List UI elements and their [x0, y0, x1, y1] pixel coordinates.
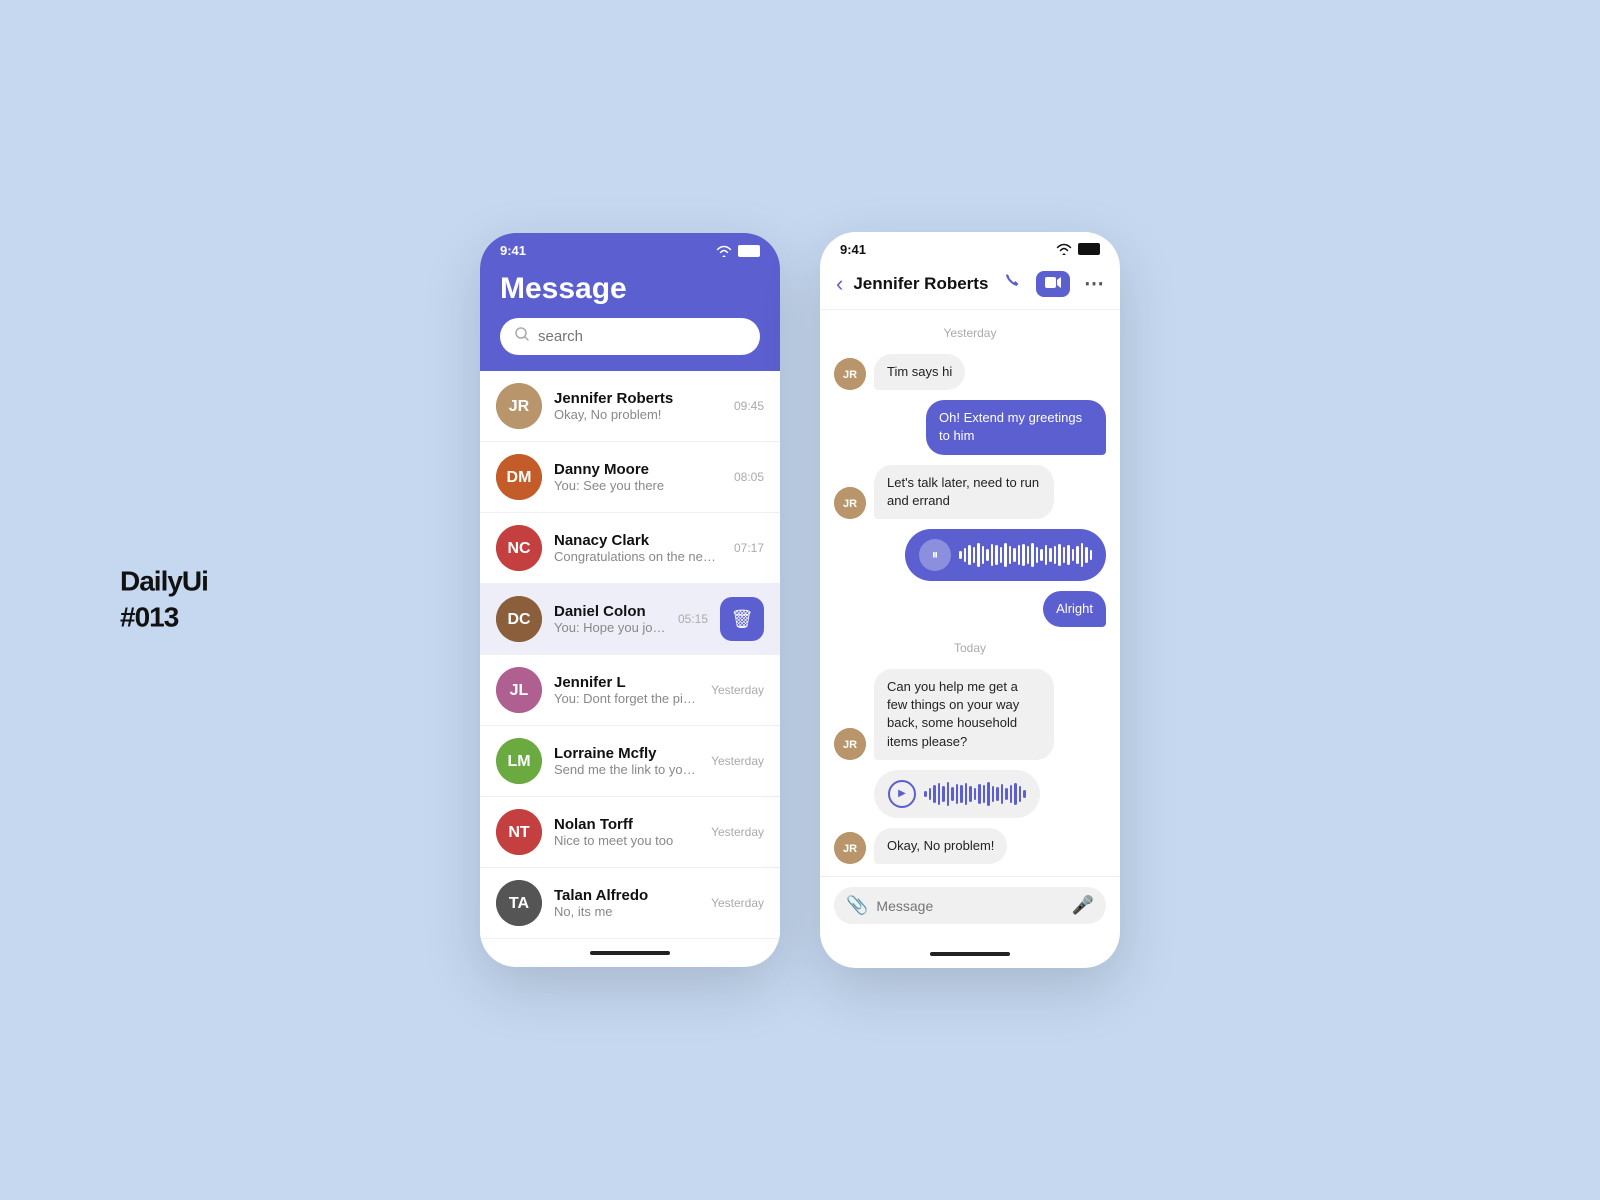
right-battery-icon [1078, 243, 1100, 255]
contact-item[interactable]: LM Lorraine Mcfly Send me the link to yo… [480, 726, 780, 797]
contact-info: Nolan Torff Nice to meet you too [554, 816, 699, 848]
contact-info: Daniel Colon You: Hope you join us [554, 603, 666, 635]
right-status-bar: 9:41 [820, 232, 1120, 263]
waveform [959, 541, 1092, 569]
left-time: 9:41 [500, 243, 526, 258]
chat-messages: Yesterday JR Tim says hi Oh! Extend my g… [820, 310, 1120, 876]
right-time: 9:41 [840, 242, 866, 257]
svg-text:JR: JR [843, 739, 857, 751]
message-row: JR Okay, No problem! [834, 828, 1106, 864]
avatar: JL [496, 667, 542, 713]
chat-actions: ⋯ [1002, 271, 1104, 297]
voice-message-row-received: ▶ [834, 770, 1106, 818]
play-button[interactable]: ▶ [888, 780, 916, 808]
back-button[interactable]: ‹ [836, 271, 843, 297]
contact-item[interactable]: TA Talan Alfredo No, its me Yesterday [480, 868, 780, 939]
left-status-bar: 9:41 [480, 233, 780, 264]
avatar: NT [496, 809, 542, 855]
contact-item[interactable]: NT Nolan Torff Nice to meet you too Yest… [480, 797, 780, 868]
svg-text:JR: JR [509, 398, 530, 415]
svg-text:JL: JL [510, 682, 529, 699]
contact-info: Jennifer Roberts Okay, No problem! [554, 390, 722, 422]
attach-button[interactable]: 📎 [846, 895, 868, 916]
chat-input-row: 📎 🎤 [834, 887, 1106, 924]
svg-text:JR: JR [843, 369, 857, 381]
right-phone: 9:41 ‹ Jennifer Roberts [820, 232, 1120, 968]
avatar: DC [496, 596, 542, 642]
today-divider: Today [834, 641, 1106, 655]
chat-avatar: JR [834, 832, 866, 864]
contact-info: Jennifer L You: Dont forget the pizza [554, 674, 699, 706]
svg-text:JR: JR [843, 498, 857, 510]
message-row: JR Let's talk later, need to run and err… [834, 465, 1106, 519]
search-input[interactable] [538, 328, 746, 345]
svg-text:NC: NC [507, 540, 531, 557]
avatar: JR [496, 383, 542, 429]
mic-button[interactable]: 🎤 [1072, 895, 1094, 916]
alright-bubble: Alright [1043, 591, 1106, 627]
svg-text:JR: JR [843, 843, 857, 855]
left-header: Message [480, 264, 780, 371]
left-status-icons [715, 245, 760, 257]
contact-info: Lorraine Mcfly Send me the link to your … [554, 745, 699, 777]
contact-info: Danny Moore You: See you there [554, 461, 722, 493]
chat-avatar: JR [834, 358, 866, 390]
home-indicator [820, 940, 1120, 968]
chat-header: ‹ Jennifer Roberts ⋯ [820, 263, 1120, 310]
avatar: TA [496, 880, 542, 926]
left-phone: 9:41 Message JR [480, 233, 780, 967]
left-header-title: Message [500, 272, 760, 306]
contact-item[interactable]: NC Nanacy Clark Congratulations on the n… [480, 513, 780, 584]
svg-text:TA: TA [509, 895, 530, 912]
video-call-button[interactable] [1036, 271, 1070, 297]
left-battery-icon [738, 245, 760, 257]
contact-info: Talan Alfredo No, its me [554, 887, 699, 919]
chat-avatar: JR [834, 487, 866, 519]
contact-item[interactable]: JL Jennifer L You: Dont forget the pizza… [480, 655, 780, 726]
pause-button[interactable]: ⏸ [919, 539, 951, 571]
svg-text:NT: NT [508, 824, 530, 841]
avatar: NC [496, 525, 542, 571]
right-status-icons [1055, 243, 1100, 255]
contact-item[interactable]: JR Jennifer Roberts Okay, No problem! 09… [480, 371, 780, 442]
contact-info: Nanacy Clark Congratulations on the new … [554, 532, 722, 564]
more-options-button[interactable]: ⋯ [1084, 271, 1104, 296]
svg-text:DC: DC [507, 611, 531, 628]
avatar: LM [496, 738, 542, 784]
contact-item[interactable]: DM Danny Moore You: See you there 08:05 [480, 442, 780, 513]
message-bubble: Oh! Extend my greetings to him [926, 400, 1106, 454]
brand-label: DailyUi #013 [120, 564, 208, 637]
waveform-received [924, 780, 1026, 808]
message-row: Alright [834, 591, 1106, 627]
voice-message-bubble: ⏸ [905, 529, 1106, 581]
chat-name: Jennifer Roberts [853, 274, 992, 294]
home-indicator [480, 939, 780, 967]
contacts-list: JR Jennifer Roberts Okay, No problem! 09… [480, 371, 780, 939]
message-bubble: Okay, No problem! [874, 828, 1007, 864]
message-row: Oh! Extend my greetings to him [834, 400, 1106, 454]
message-input[interactable] [876, 898, 1063, 914]
svg-text:DM: DM [507, 469, 532, 486]
message-bubble: Can you help me get a few things on your… [874, 669, 1054, 760]
yesterday-divider: Yesterday [834, 326, 1106, 340]
chat-avatar: JR [834, 728, 866, 760]
message-bubble: Let's talk later, need to run and errand [874, 465, 1054, 519]
avatar: DM [496, 454, 542, 500]
message-row: JR Tim says hi [834, 354, 1106, 390]
svg-text:LM: LM [507, 753, 530, 770]
contact-item-swiped[interactable]: DC Daniel Colon You: Hope you join us 05… [480, 584, 780, 655]
chat-input-area: 📎 🎤 [820, 876, 1120, 940]
search-bar[interactable] [500, 318, 760, 355]
message-bubble: Tim says hi [874, 354, 965, 390]
voice-message-bubble-received: ▶ [874, 770, 1040, 818]
call-button[interactable] [1002, 271, 1022, 296]
voice-message-row: ⏸ [834, 529, 1106, 581]
search-icon [514, 326, 530, 347]
message-row: JR Can you help me get a few things on y… [834, 669, 1106, 760]
delete-button[interactable]: 🗑 [720, 597, 764, 641]
